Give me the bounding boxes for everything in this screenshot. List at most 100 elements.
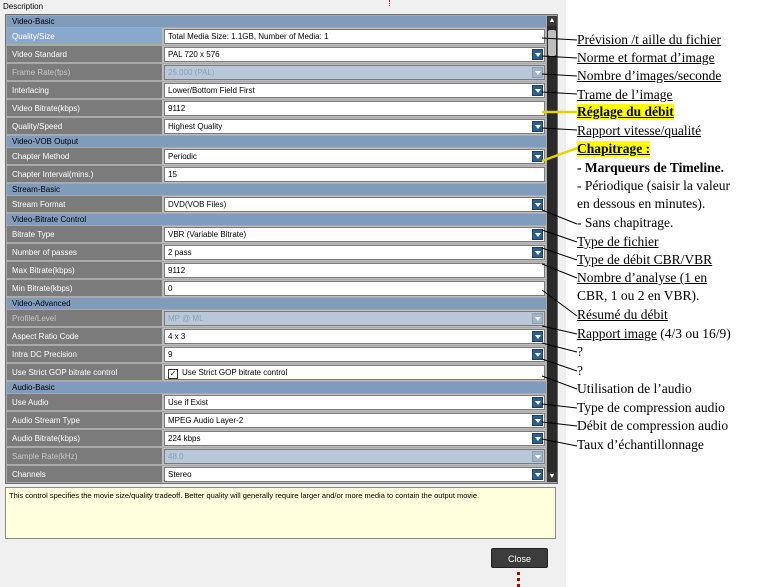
- property-row[interactable]: Frame Rate(fps) 25.000 (PAL): [7, 64, 546, 81]
- scroll-up-icon[interactable]: ▲: [547, 16, 557, 26]
- chevron-down-icon[interactable]: [532, 151, 543, 162]
- property-row[interactable]: Use Strict GOP bitrate control ✓ Use Stric…: [7, 364, 546, 381]
- property-row[interactable]: Profile/Level MP @ ML: [7, 310, 546, 327]
- anno-chapter-line1: - Marqueurs de Timeline.: [577, 160, 725, 175]
- property-label: Sample Rate(kHz): [7, 448, 162, 465]
- section-header[interactable]: Audio-Basic: [7, 382, 546, 393]
- property-label: Use Audio: [7, 394, 162, 411]
- anno-audio-bitrate: Débit de compression audio: [577, 418, 729, 433]
- property-value: MPEG Audio Layer-2: [168, 416, 244, 425]
- property-row[interactable]: Interlacing Lower/Bottom Field First: [7, 82, 546, 99]
- encoder-settings-dialog: Description Video-Basic Quality/Size Total…: [0, 0, 566, 587]
- scroll-down-icon[interactable]: ▼: [547, 472, 557, 482]
- property-row[interactable]: Sample Rate(kHz) 48.0: [7, 448, 546, 465]
- chevron-down-icon[interactable]: [532, 121, 543, 132]
- anno-interlacing: Trame de l’image: [577, 87, 673, 102]
- anno-file-type: Type de fichier: [577, 234, 659, 249]
- chevron-down-icon[interactable]: [532, 331, 543, 342]
- property-row[interactable]: Chapter Method Periodic: [7, 148, 546, 165]
- close-button[interactable]: Close: [491, 548, 548, 568]
- section-header[interactable]: Video-Advanced: [7, 298, 546, 309]
- top-marker: [389, 0, 390, 6]
- property-dropdown[interactable]: 4 x 3: [164, 329, 545, 344]
- property-dropdown[interactable]: MPEG Audio Layer-2: [164, 413, 545, 428]
- chevron-down-icon: [532, 313, 543, 324]
- property-value: Periodic: [168, 152, 197, 161]
- property-dropdown[interactable]: Periodic: [164, 149, 545, 164]
- property-row[interactable]: Chapter Interval(mins.) 15: [7, 166, 546, 183]
- property-row[interactable]: Bitrate Type VBR (Variable Bitrate): [7, 226, 546, 243]
- property-row[interactable]: Intra DC Precision 9: [7, 346, 546, 363]
- section-header[interactable]: Stream-Basic: [7, 184, 546, 195]
- chevron-down-icon[interactable]: [532, 433, 543, 444]
- chevron-down-icon[interactable]: [532, 229, 543, 240]
- property-checkbox[interactable]: ✓ Use Strict GOP bitrate control: [164, 365, 545, 380]
- property-row[interactable]: Min Bitrate(kbps) 0: [7, 280, 546, 297]
- anno-chapter-line4: - Sans chapitrage.: [577, 215, 674, 230]
- property-row[interactable]: Quality/Speed Highest Quality: [7, 118, 546, 135]
- property-label: Interlacing: [7, 82, 162, 99]
- property-label: Max Bitrate(kbps): [7, 262, 162, 279]
- chevron-down-icon[interactable]: [532, 49, 543, 60]
- property-value: VBR (Variable Bitrate): [168, 230, 247, 239]
- property-value: DVD(VOB Files): [168, 200, 227, 209]
- vertical-scrollbar[interactable]: ▲ ▼: [547, 16, 557, 482]
- property-row[interactable]: Video Standard PAL 720 x 576: [7, 46, 546, 63]
- chevron-down-icon[interactable]: [532, 247, 543, 258]
- chevron-down-icon[interactable]: [532, 199, 543, 210]
- property-value: Stereo: [168, 470, 192, 479]
- property-label: Video Standard: [7, 46, 162, 63]
- property-row[interactable]: Video Bitrate(kbps) 9112: [7, 100, 546, 117]
- property-dropdown[interactable]: 9: [164, 347, 545, 362]
- property-row[interactable]: Stream Format DVD(VOB Files): [7, 196, 546, 213]
- section-header[interactable]: Video-Basic: [7, 16, 546, 27]
- scroll-thumb[interactable]: [548, 30, 556, 56]
- section-header[interactable]: Video-VOB Output: [7, 136, 546, 147]
- property-row[interactable]: Quality/Size Total Media Size: 1.1GB, Num…: [7, 28, 546, 45]
- property-dropdown[interactable]: DVD(VOB Files): [164, 197, 545, 212]
- property-value: 0: [168, 284, 173, 293]
- property-row[interactable]: Number of passes 2 pass: [7, 244, 546, 261]
- property-row[interactable]: Channels Stereo: [7, 466, 546, 483]
- chevron-down-icon[interactable]: [532, 469, 543, 480]
- property-dropdown[interactable]: Lower/Bottom Field First: [164, 83, 545, 98]
- property-dropdown[interactable]: Highest Quality: [164, 119, 545, 134]
- anno-use-audio: Utilisation de l’audio: [577, 381, 692, 396]
- property-row[interactable]: Audio Bitrate(kbps) 224 kbps: [7, 430, 546, 447]
- chevron-down-icon[interactable]: [532, 349, 543, 360]
- property-dropdown[interactable]: Use if Exist: [164, 395, 545, 410]
- chevron-down-icon[interactable]: [532, 397, 543, 408]
- chevron-down-icon: [532, 451, 543, 462]
- anno-chapter-title: Chapitrage :: [577, 141, 651, 157]
- anno-aspect-main: Rapport image: [577, 326, 657, 341]
- help-description: This control specifies the movie size/qu…: [5, 487, 556, 539]
- property-value: Lower/Bottom Field First: [168, 86, 255, 95]
- anno-video-standard: Norme et format d’image: [577, 50, 715, 65]
- property-row[interactable]: Aspect Ratio Code 4 x 3: [7, 328, 546, 345]
- chevron-down-icon[interactable]: [532, 415, 543, 426]
- property-row[interactable]: Max Bitrate(kbps) 9112: [7, 262, 546, 279]
- section-header[interactable]: Video-Bitrate Control: [7, 214, 546, 225]
- property-input[interactable]: 0: [164, 281, 545, 296]
- property-input[interactable]: 9112: [164, 263, 545, 278]
- property-label: Min Bitrate(kbps): [7, 280, 162, 297]
- property-dropdown[interactable]: 224 kbps: [164, 431, 545, 446]
- property-input[interactable]: 15: [164, 167, 545, 182]
- property-label: Audio Bitrate(kbps): [7, 430, 162, 447]
- property-dropdown[interactable]: VBR (Variable Bitrate): [164, 227, 545, 242]
- property-value: 9: [168, 350, 173, 359]
- property-row[interactable]: Audio Stream Type MPEG Audio Layer-2: [7, 412, 546, 429]
- property-dropdown[interactable]: PAL 720 x 576: [164, 47, 545, 62]
- chevron-down-icon[interactable]: [532, 85, 543, 96]
- property-row[interactable]: Use Audio Use if Exist: [7, 394, 546, 411]
- property-dropdown[interactable]: 2 pass: [164, 245, 545, 260]
- property-dropdown[interactable]: Stereo: [164, 467, 545, 482]
- property-label: Quality/Speed: [7, 118, 162, 135]
- property-input[interactable]: 9112: [164, 101, 545, 116]
- checkbox-icon[interactable]: ✓: [168, 369, 178, 379]
- property-label: Bitrate Type: [7, 226, 162, 243]
- anno-frame-rate: Nombre d’images/seconde: [577, 68, 722, 83]
- anno-unknown-2: ?: [577, 363, 583, 378]
- property-input[interactable]: Total Media Size: 1.1GB, Number of Media…: [164, 29, 545, 44]
- property-value: Total Media Size: 1.1GB, Number of Media…: [168, 32, 329, 41]
